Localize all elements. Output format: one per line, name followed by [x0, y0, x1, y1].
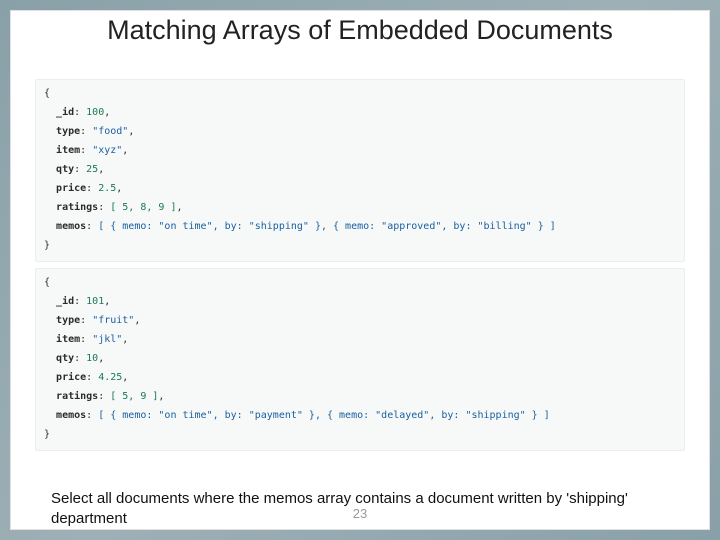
brace-close: } [44, 240, 50, 251]
val-qty: 25 [86, 164, 98, 175]
key-price: price [56, 372, 86, 383]
code-blocks: { _id: 100, type: "food", item: "xyz", q… [11, 79, 709, 481]
key-id: _id [56, 107, 74, 118]
key-type: type [56, 315, 80, 326]
key-id: _id [56, 296, 74, 307]
key-qty: qty [56, 164, 74, 175]
val-id: 101 [86, 296, 104, 307]
val-item: "xyz" [92, 145, 122, 156]
val-qty: 10 [86, 353, 98, 364]
val-memos: [ { memo: "on time", by: "shipping" }, {… [98, 221, 556, 232]
val-memos: [ { memo: "on time", by: "payment" }, { … [98, 410, 550, 421]
key-ratings: ratings [56, 202, 98, 213]
val-id: 100 [86, 107, 104, 118]
brace-close: } [44, 429, 50, 440]
page-number: 23 [11, 506, 709, 521]
brace-open: { [44, 88, 50, 99]
key-ratings: ratings [56, 391, 98, 402]
key-memos: memos [56, 410, 86, 421]
question-text: Select all documents where the memos arr… [11, 481, 709, 530]
key-item: item [56, 334, 80, 345]
code-block-2: { _id: 101, type: "fruit", item: "jkl", … [35, 268, 685, 451]
slide-title: Matching Arrays of Embedded Documents [51, 15, 669, 46]
key-type: type [56, 126, 80, 137]
brace-open: { [44, 277, 50, 288]
key-price: price [56, 183, 86, 194]
title-wrap: Matching Arrays of Embedded Documents [11, 11, 709, 79]
val-item: "jkl" [92, 334, 122, 345]
slide: Matching Arrays of Embedded Documents { … [10, 10, 710, 530]
val-type: "fruit" [92, 315, 134, 326]
val-type: "food" [92, 126, 128, 137]
key-item: item [56, 145, 80, 156]
key-memos: memos [56, 221, 86, 232]
val-ratings: [ 5, 9 ] [110, 391, 158, 402]
val-price: 2.5 [98, 183, 116, 194]
code-block-1: { _id: 100, type: "food", item: "xyz", q… [35, 79, 685, 262]
key-qty: qty [56, 353, 74, 364]
val-price: 4.25 [98, 372, 122, 383]
val-ratings: [ 5, 8, 9 ] [110, 202, 176, 213]
